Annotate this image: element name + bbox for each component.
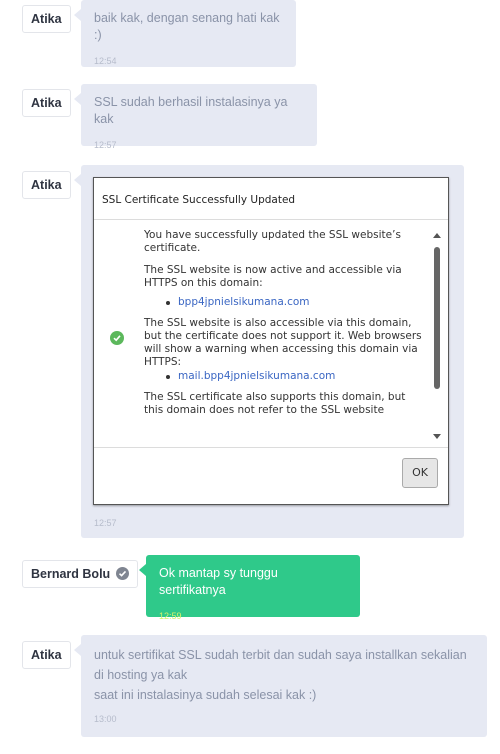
message-time: 12:59: [159, 611, 182, 621]
domain-list: bpp4jpnielsikumana.com: [144, 296, 422, 309]
dialog-title: SSL Certificate Successfully Updated: [94, 178, 448, 220]
dialog-scrollbar[interactable]: [432, 230, 442, 442]
ok-button[interactable]: OK: [402, 458, 438, 488]
sender-name-chip[interactable]: Bernard Bolu: [22, 560, 139, 588]
dialog-paragraph: The SSL certificate also supports this d…: [144, 391, 406, 416]
message-bubble: SSL Certificate Successfully Updated You…: [74, 165, 464, 538]
message-text: baik kak, dengan senang hati kak :): [94, 11, 280, 42]
dialog-body: You have successfully updated the SSL we…: [94, 220, 448, 448]
dialog-footer: OK: [94, 448, 448, 504]
message-time: 12:54: [94, 56, 117, 66]
dialog-paragraph: You have successfully updated the SSL we…: [144, 229, 401, 254]
sender-name: Bernard Bolu: [31, 567, 111, 581]
domain-link[interactable]: mail.bpp4jpnielsikumana.com: [144, 370, 422, 383]
message-bubble: baik kak, dengan senang hati kak :) 12:5…: [74, 0, 296, 67]
message-bubble: Ok mantap sy tunggu sertifikatnya 12:59: [139, 555, 360, 621]
sender-name[interactable]: Atika: [22, 641, 71, 669]
scrollbar-thumb[interactable]: [434, 247, 440, 389]
screenshot-attachment[interactable]: SSL Certificate Successfully Updated You…: [93, 177, 449, 505]
message-time: 13:00: [94, 714, 117, 724]
message-text: SSL sudah berhasil instalasinya ya kak: [94, 95, 288, 126]
success-check-icon: [110, 331, 124, 345]
message-time: 12:57: [94, 140, 117, 150]
message-text-line: untuk sertifikat SSL sudah terbit dan su…: [94, 648, 467, 682]
message-bubble: untuk sertifikat SSL sudah terbit dan su…: [74, 635, 487, 737]
dialog-text: You have successfully updated the SSL we…: [144, 229, 422, 426]
dialog-paragraph: The SSL website is also accessible via t…: [144, 317, 422, 368]
sender-name[interactable]: Atika: [22, 5, 71, 33]
sender-name[interactable]: Atika: [22, 171, 71, 199]
domain-list: mail.bpp4jpnielsikumana.com: [144, 370, 422, 383]
domain-link[interactable]: bpp4jpnielsikumana.com: [144, 296, 422, 309]
dialog-paragraph: The SSL website is now active and access…: [144, 264, 402, 289]
verified-check-icon: [116, 567, 130, 580]
scroll-down-arrow-icon[interactable]: [433, 434, 441, 439]
sender-name[interactable]: Atika: [22, 89, 71, 117]
message-time: 12:57: [94, 518, 117, 528]
message-bubble: SSL sudah berhasil instalasinya ya kak 1…: [74, 84, 317, 150]
message-text: Ok mantap sy tunggu sertifikatnya: [159, 566, 278, 597]
message-text-line: saat ini instalasinya sudah selesai kak …: [94, 688, 317, 702]
scroll-up-arrow-icon[interactable]: [433, 233, 441, 238]
